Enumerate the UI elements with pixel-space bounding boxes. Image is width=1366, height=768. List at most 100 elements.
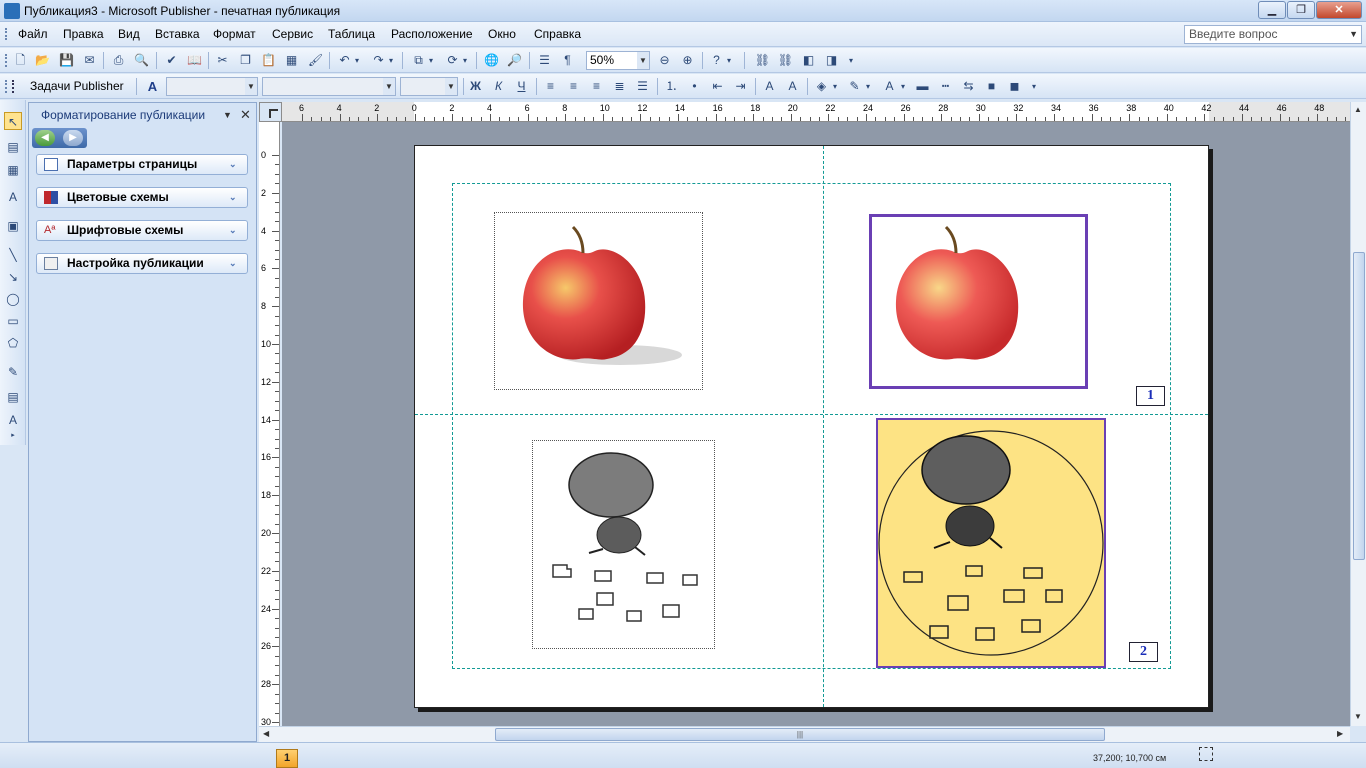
- zoom-select[interactable]: 50% ▼: [586, 51, 650, 70]
- menu-table[interactable]: Таблица: [328, 27, 375, 41]
- align-left-icon[interactable]: ≡: [542, 78, 559, 95]
- publisher-app-icon[interactable]: [4, 3, 20, 19]
- decrease-indent-icon[interactable]: ⇤: [709, 78, 726, 95]
- horizontal-ruler[interactable]: 6 4 2 0 2 4 6 8 10 12 14 16 18 20 22 24 26 28 30 32 34 36 38 40…: [282, 102, 1350, 122]
- save-icon[interactable]: 💾: [58, 52, 75, 69]
- undo-dropdown-icon[interactable]: ▾: [352, 52, 362, 69]
- menu-arrange[interactable]: Расположение: [391, 27, 473, 41]
- insert-hyperlink-icon[interactable]: 🌐: [483, 52, 500, 69]
- undo-icon[interactable]: ↶: [336, 52, 353, 69]
- design-gallery-icon[interactable]: ▤: [4, 388, 22, 406]
- toolbar-options-icon[interactable]: ▾: [846, 52, 856, 69]
- menu-file[interactable]: Файл: [18, 27, 48, 41]
- chevron-down-icon[interactable]: ⌄: [229, 254, 241, 273]
- link-text-box-icon[interactable]: ⛓: [754, 52, 771, 69]
- more-buttons-icon[interactable]: ▸: [4, 431, 22, 441]
- zoom-out-icon[interactable]: ⊖: [656, 52, 673, 69]
- insert-table-icon[interactable]: ▦: [4, 161, 22, 179]
- menu-help[interactable]: Справка: [534, 27, 581, 41]
- new-document-icon[interactable]: 🗋: [12, 52, 29, 69]
- zoom-in-icon[interactable]: ⊕: [679, 52, 696, 69]
- bring-front-dropdown-icon[interactable]: ▾: [426, 52, 436, 69]
- toolbar-grip-handle[interactable]: [5, 80, 9, 93]
- picture-frame-apple-left[interactable]: [494, 212, 703, 390]
- rotate-icon[interactable]: ⟳: [444, 52, 461, 69]
- increase-indent-icon[interactable]: ⇥: [732, 78, 749, 95]
- scroll-left-icon[interactable]: ◀: [263, 729, 269, 738]
- menu-grip-handle[interactable]: [5, 28, 9, 40]
- chevron-down-icon[interactable]: ⌄: [229, 155, 241, 174]
- shadow-style-icon[interactable]: ■: [983, 78, 1000, 95]
- publisher-tasks-button[interactable]: Задачи Publisher: [12, 78, 124, 95]
- help-icon[interactable]: ?: [708, 52, 725, 69]
- arrow-icon[interactable]: ↘: [4, 268, 22, 286]
- font-color-dropdown-icon[interactable]: ▾: [898, 78, 908, 95]
- 3d-style-icon[interactable]: ◼: [1006, 78, 1023, 95]
- spelling-icon[interactable]: ✔: [163, 52, 180, 69]
- minimize-button[interactable]: ▁: [1258, 1, 1286, 19]
- paste-special-icon[interactable]: ▦: [283, 52, 300, 69]
- menu-insert[interactable]: Вставка: [155, 27, 200, 41]
- hot-spot-icon[interactable]: ✎: [4, 363, 22, 381]
- vertical-guide[interactable]: [823, 146, 824, 707]
- picture-frame-puzzle-left[interactable]: [532, 440, 715, 649]
- numbering-icon[interactable]: ⒈: [663, 78, 680, 95]
- close-icon[interactable]: ✕: [240, 103, 251, 127]
- underline-button[interactable]: Ч: [513, 78, 530, 95]
- ruler-origin[interactable]: [259, 102, 282, 122]
- menu-edit[interactable]: Правка: [63, 27, 104, 41]
- print-icon[interactable]: ⎙: [110, 52, 127, 69]
- line-color-dropdown-icon[interactable]: ▾: [863, 78, 873, 95]
- maximize-button[interactable]: ❐: [1287, 1, 1315, 19]
- text-box-icon[interactable]: ▤: [4, 138, 22, 156]
- vertical-scrollbar[interactable]: ▲ ▼: [1350, 102, 1366, 726]
- chevron-down-icon[interactable]: ⌄: [229, 221, 241, 240]
- chevron-down-icon[interactable]: ⌄: [229, 188, 241, 207]
- menu-tools[interactable]: Сервис: [272, 27, 313, 41]
- chevron-down-icon[interactable]: ▼: [637, 52, 649, 69]
- bold-button[interactable]: Ж: [467, 78, 484, 95]
- open-folder-icon[interactable]: 📂: [34, 52, 51, 69]
- toolbar-grip-handle[interactable]: [5, 54, 9, 67]
- chevron-down-icon[interactable]: ▼: [1349, 26, 1358, 43]
- ask-question-input[interactable]: Введите вопрос ▼: [1184, 25, 1362, 44]
- cut-icon[interactable]: ✂: [214, 52, 231, 69]
- picture-frame-icon[interactable]: ▣: [4, 217, 22, 235]
- business-info-icon[interactable]: A: [4, 411, 22, 429]
- bullets-icon[interactable]: •: [686, 78, 703, 95]
- scroll-right-icon[interactable]: ▶: [1337, 729, 1343, 738]
- scroll-down-icon[interactable]: ▼: [1354, 712, 1362, 721]
- publication-page[interactable]: 1 2: [414, 145, 1209, 708]
- increase-font-size-icon[interactable]: A: [784, 78, 801, 95]
- columns-icon[interactable]: ☰: [536, 52, 553, 69]
- zoom-object-icon[interactable]: 🔎: [506, 52, 523, 69]
- page-label-2[interactable]: 2: [1129, 642, 1158, 662]
- chevron-down-icon[interactable]: ▼: [223, 103, 232, 127]
- toolbar-options-icon[interactable]: ▾: [1029, 78, 1039, 95]
- bring-to-front-icon[interactable]: ⧉: [410, 52, 427, 69]
- section-color-schemes[interactable]: Цветовые схемы ⌄: [36, 187, 248, 208]
- page-label-1[interactable]: 1: [1136, 386, 1165, 406]
- chevron-down-icon[interactable]: ▼: [245, 78, 257, 95]
- unlink-text-box-icon[interactable]: ⛓: [777, 52, 794, 69]
- redo-dropdown-icon[interactable]: ▾: [386, 52, 396, 69]
- style-select[interactable]: ▼: [166, 77, 258, 96]
- vertical-scroll-thumb[interactable]: [1353, 252, 1365, 560]
- oval-icon[interactable]: ◯: [4, 290, 22, 308]
- chevron-down-icon[interactable]: ▼: [383, 78, 395, 95]
- decrease-font-size-icon[interactable]: A: [761, 78, 778, 95]
- rectangle-icon[interactable]: ▭: [4, 312, 22, 330]
- italic-button[interactable]: К: [490, 78, 507, 95]
- picture-frame-apple-right[interactable]: [869, 214, 1088, 389]
- horizontal-guide[interactable]: [415, 414, 1208, 415]
- horizontal-scrollbar[interactable]: ◀ ||| ▶: [259, 726, 1350, 742]
- select-objects-icon[interactable]: ↖: [4, 112, 22, 130]
- help-dropdown-icon[interactable]: ▾: [724, 52, 734, 69]
- next-text-box-icon[interactable]: ◨: [823, 52, 840, 69]
- print-preview-icon[interactable]: 🔍: [133, 52, 150, 69]
- arrow-style-icon[interactable]: ⇆: [960, 78, 977, 95]
- section-page-options[interactable]: Параметры страницы ⌄: [36, 154, 248, 175]
- scroll-up-icon[interactable]: ▲: [1354, 105, 1362, 114]
- horizontal-scroll-thumb[interactable]: |||: [495, 728, 1105, 741]
- align-center-icon[interactable]: ≡: [565, 78, 582, 95]
